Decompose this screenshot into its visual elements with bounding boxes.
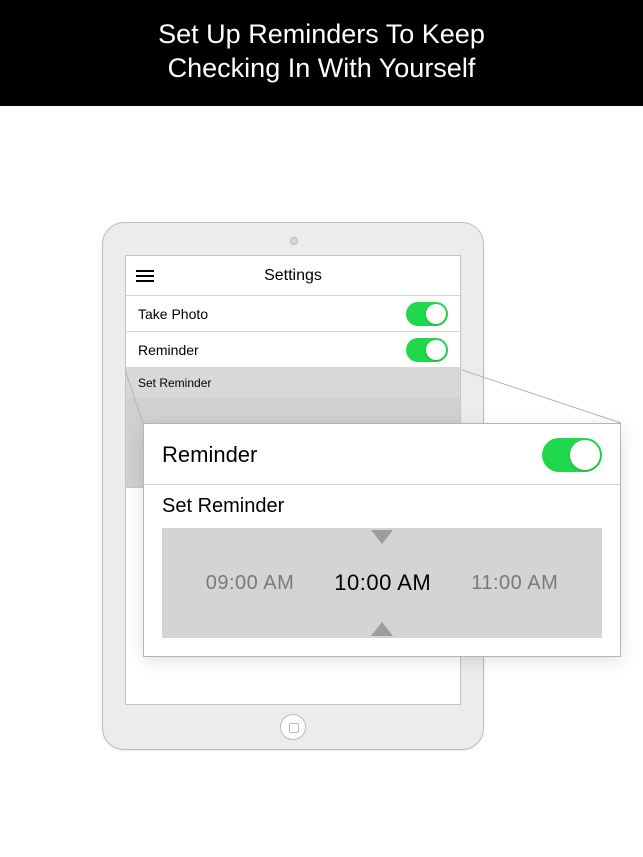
callout-panel: Reminder Set Reminder 09:00 AM 10:00 AM … <box>143 423 621 657</box>
hamburger-icon[interactable] <box>136 267 154 285</box>
home-button-icon <box>280 714 306 740</box>
promo-banner: Set Up Reminders To Keep Checking In Wit… <box>0 0 643 106</box>
settings-row-reminder[interactable]: Reminder <box>126 332 460 368</box>
banner-line-1: Set Up Reminders To Keep <box>158 19 485 49</box>
row-label: Set Reminder <box>138 376 211 390</box>
picker-option-next[interactable]: 11:00 AM <box>471 572 558 595</box>
row-label: Take Photo <box>138 306 208 322</box>
chevron-down-icon <box>371 530 393 544</box>
row-label: Reminder <box>162 442 257 468</box>
row-label: Reminder <box>138 342 199 358</box>
callout-set-reminder-label: Set Reminder <box>144 485 620 524</box>
callout-row-reminder[interactable]: Reminder <box>144 424 620 485</box>
settings-row-take-photo[interactable]: Take Photo <box>126 296 460 332</box>
picker-option-selected[interactable]: 10:00 AM <box>334 570 431 596</box>
toggle-take-photo[interactable] <box>406 302 448 326</box>
chevron-up-icon <box>371 622 393 636</box>
toggle-reminder-large[interactable] <box>542 438 602 472</box>
time-picker[interactable]: 09:00 AM 10:00 AM 11:00 AM <box>162 528 602 638</box>
banner-line-2: Checking In With Yourself <box>168 53 476 83</box>
picker-option-prev[interactable]: 09:00 AM <box>206 572 295 595</box>
toggle-reminder[interactable] <box>406 338 448 362</box>
page-title: Settings <box>264 267 322 285</box>
nav-bar: Settings <box>126 256 460 296</box>
settings-row-set-reminder: Set Reminder <box>126 368 460 398</box>
